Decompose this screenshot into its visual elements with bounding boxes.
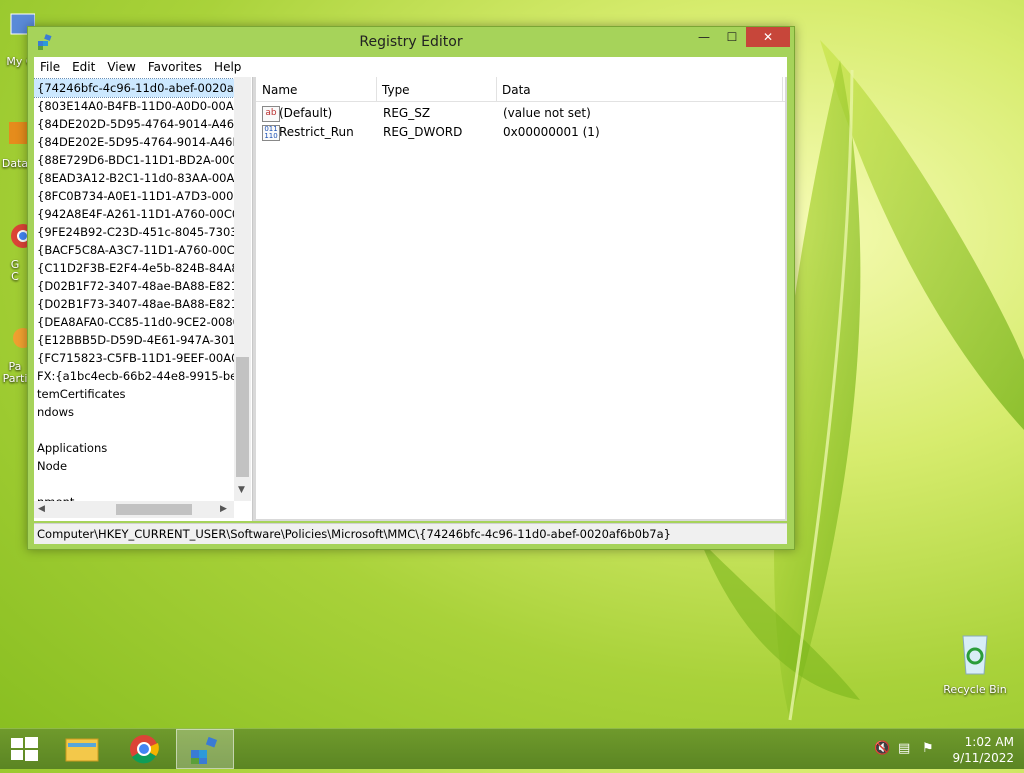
chrome-icon (130, 735, 159, 764)
desktop-icon-recycle-bin[interactable]: Recycle Bin (942, 630, 1008, 696)
scroll-down-arrow-icon[interactable]: ▼ (238, 485, 245, 495)
tree-item-selected[interactable]: {74246bfc-4c96-11d0-abef-0020af6b0 (34, 78, 235, 98)
tree-item[interactable]: ndows (34, 403, 234, 421)
string-value-icon: ab (262, 106, 280, 122)
registry-editor-icon (191, 736, 218, 764)
menu-bar: File Edit View Favorites Help (34, 57, 787, 77)
value-row-default[interactable]: ab (Default) REG_SZ (value not set) (256, 104, 785, 123)
tree-item[interactable]: {C11D2F3B-E2F4-4e5b-824B-84A87AI (34, 259, 234, 277)
tree-item[interactable]: {84DE202D-5D95-4764-9014-A46F994 (34, 115, 234, 133)
tree-item[interactable]: {8EAD3A12-B2C1-11d0-83AA-00A0C (34, 169, 234, 187)
menu-view[interactable]: View (101, 57, 141, 74)
tree-vertical-scroll-thumb[interactable] (236, 357, 249, 477)
desktop-icon-label: Recycle Bin (943, 683, 1007, 696)
tree-item[interactable]: {803E14A0-B4FB-11D0-A0D0-00A0C9 (34, 97, 234, 115)
status-bar: Computer\HKEY_CURRENT_USER\Software\Poli… (34, 523, 787, 544)
network-icon[interactable]: ▤ (898, 741, 914, 757)
tree-horizontal-scroll-thumb[interactable] (116, 504, 192, 515)
column-header-type[interactable]: Type (376, 77, 497, 101)
taskbar-file-explorer[interactable] (54, 729, 110, 769)
column-header-name[interactable]: Name (256, 77, 377, 101)
clock-date: 9/11/2022 (952, 751, 1014, 765)
tree-item[interactable]: {88E729D6-BDC1-11D1-BD2A-00C04F (34, 151, 234, 169)
tree-item[interactable]: Node (34, 457, 234, 475)
desktop-icon-label: G C (10, 258, 20, 283)
folder-icon (65, 738, 99, 762)
action-center-icon[interactable]: ⚑ (922, 741, 938, 757)
desktop-icon-label: Data (1, 157, 29, 170)
recycle-bin-icon (962, 635, 988, 675)
taskbar: 🔇 ▤ ⚑ 1:02 AM 9/11/2022 (0, 728, 1024, 769)
menu-file[interactable]: File (34, 57, 66, 74)
values-list-pane[interactable]: Name Type Data ab (Default) REG_SZ (valu… (256, 77, 785, 519)
tree-item[interactable]: {8FC0B734-A0E1-11D1-A7D3-0000F8 (34, 187, 234, 205)
tree-item[interactable]: {BACF5C8A-A3C7-11D1-A760-00C04 (34, 241, 234, 259)
tree-item[interactable]: {E12BBB5D-D59D-4E61-947A-301D25 (34, 331, 234, 349)
tree-item[interactable]: Applications (34, 439, 234, 457)
scroll-left-arrow-icon[interactable]: ◀ (38, 504, 45, 514)
tree-item[interactable] (34, 421, 234, 439)
value-type: REG_SZ (383, 106, 431, 120)
chrome-icon (11, 224, 35, 248)
value-type: REG_DWORD (383, 125, 463, 139)
partition-icon (13, 328, 33, 348)
values-list-header: Name Type Data (256, 77, 785, 102)
value-name: (Default) (279, 106, 333, 120)
tree-item[interactable]: {DEA8AFA0-CC85-11d0-9CE2-0080C (34, 313, 234, 331)
desktop-icon-partition[interactable]: Pa Parti (0, 322, 33, 385)
tree-item[interactable]: FX:{a1bc4ecb-66b2-44e8-9915-be02e (34, 367, 234, 385)
client-area: {74246bfc-4c96-11d0-abef-0020af6b0{803E1… (34, 77, 787, 521)
column-header-data[interactable]: Data (496, 77, 783, 101)
windows-logo-icon (11, 737, 38, 761)
desktop-icon-google-chrome[interactable]: G C (0, 222, 35, 283)
tree-vertical-scrollbar[interactable]: ▼ (234, 77, 251, 501)
tree-item[interactable] (34, 475, 234, 493)
volume-muted-icon[interactable]: 🔇 (874, 741, 890, 757)
tree-horizontal-scrollbar[interactable]: ◀ ▶ (34, 501, 234, 518)
value-data: 0x00000001 (1) (503, 125, 600, 139)
menu-favorites[interactable]: Favorites (142, 57, 208, 74)
status-bar-path: Computer\HKEY_CURRENT_USER\Software\Poli… (37, 527, 671, 541)
start-button[interactable] (0, 729, 48, 769)
tree-item[interactable]: {9FE24B92-C23D-451c-8045-73038D9 (34, 223, 234, 241)
scroll-right-arrow-icon[interactable]: ▶ (220, 504, 227, 514)
taskbar-clock[interactable]: 1:02 AM 9/11/2022 (952, 734, 1014, 766)
app-icon (9, 122, 27, 144)
clock-time: 1:02 AM (964, 735, 1014, 749)
tree-item[interactable]: {942A8E4F-A261-11D1-A760-00C04FE (34, 205, 234, 223)
taskbar-chrome[interactable] (116, 729, 172, 769)
title-bar[interactable]: Registry Editor — ☐ ✕ (28, 27, 794, 57)
tree-item[interactable]: {D02B1F73-3407-48ae-BA88-E8213C6 (34, 295, 234, 313)
menu-help[interactable]: Help (208, 57, 247, 74)
tree-item[interactable]: {D02B1F72-3407-48ae-BA88-E8213C6 (34, 277, 234, 295)
tree-item[interactable]: {84DE202E-5D95-4764-9014-A46F994 (34, 133, 234, 151)
window-title: Registry Editor (359, 34, 463, 50)
desktop-icon-data[interactable]: Data (0, 118, 30, 170)
taskbar-registry-editor[interactable] (176, 729, 234, 769)
minimize-button[interactable]: — (690, 27, 718, 47)
key-tree-pane[interactable]: {74246bfc-4c96-11d0-abef-0020af6b0{803E1… (34, 77, 253, 521)
value-data: (value not set) (503, 106, 591, 120)
value-row-restrict-run[interactable]: 011 110 Restrict_Run REG_DWORD 0x0000000… (256, 123, 785, 142)
registry-editor-window: Registry Editor — ☐ ✕ File Edit View Favori… (27, 26, 795, 550)
value-name: Restrict_Run (279, 125, 354, 139)
close-button[interactable]: ✕ (746, 27, 790, 47)
key-tree-list: {74246bfc-4c96-11d0-abef-0020af6b0{803E1… (34, 78, 235, 511)
menu-edit[interactable]: Edit (66, 57, 101, 74)
tree-item[interactable]: {FC715823-C5FB-11D1-9EEF-00A0C9 (34, 349, 234, 367)
binary-value-icon: 011 110 (262, 125, 280, 141)
tree-item[interactable]: temCertificates (34, 385, 234, 403)
maximize-button[interactable]: ☐ (718, 27, 746, 47)
desktop-icon-label: Pa Parti (2, 360, 28, 385)
